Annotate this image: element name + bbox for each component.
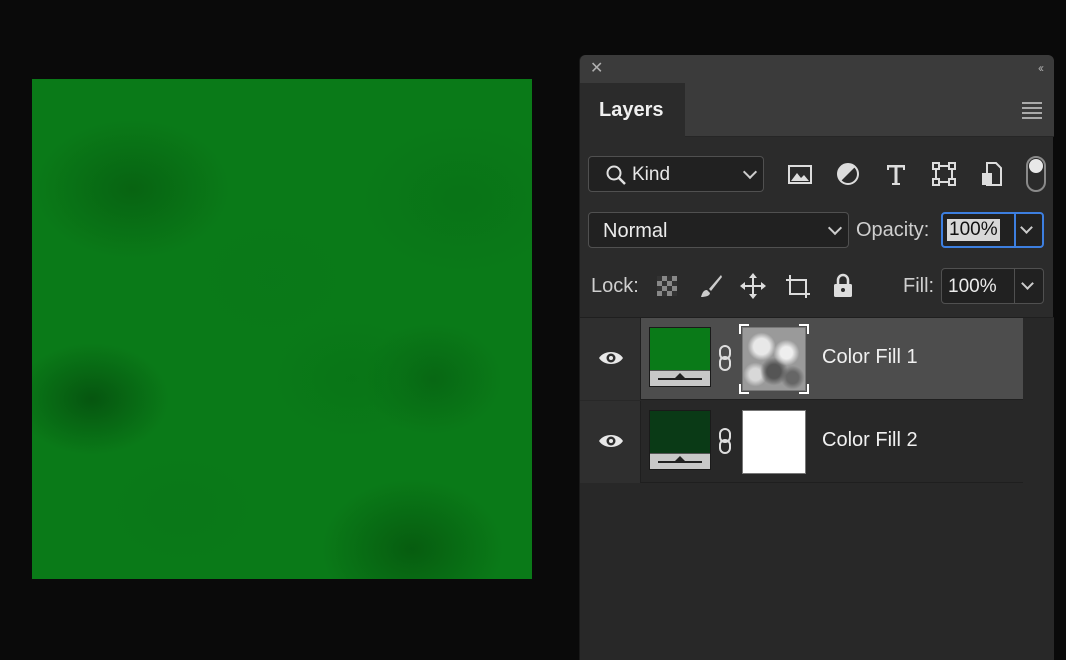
opacity-label: Opacity: [856,219,930,241]
document-canvas[interactable] [32,79,532,579]
mask-link-icon[interactable] [718,427,732,455]
blend-mode-dropdown[interactable]: Normal [588,212,849,248]
eye-icon[interactable] [598,432,624,450]
type-filter-icon[interactable] [883,160,909,188]
fill-field[interactable]: 100% [941,268,1044,304]
filter-kind-value: Kind [632,164,671,185]
lock-artboard-icon[interactable] [785,272,811,300]
lock-image-icon[interactable] [698,272,724,300]
filter-kind-dropdown[interactable]: Kind [588,156,764,192]
tab-layers-label: Layers [599,99,664,121]
image-filter-icon[interactable] [787,160,813,188]
adjustment-filter-icon[interactable] [835,160,861,188]
mask-link-icon[interactable] [718,344,732,372]
layer-mask-thumbnail[interactable] [739,324,809,394]
layer-fill-thumbnail[interactable] [649,327,711,387]
double-chevron-left-icon[interactable]: ‹‹ [1038,61,1044,75]
layers-list: Color Fill 1 Color Fill 2 [580,317,1054,660]
eye-icon[interactable] [598,349,624,367]
shape-filter-icon[interactable] [931,160,957,188]
fill-chevron-down-icon[interactable] [1021,277,1034,290]
layer-mask-thumbnail[interactable] [742,410,806,474]
close-icon[interactable]: ✕ [590,61,604,77]
smart-object-filter-icon[interactable] [979,160,1005,188]
blend-mode-value: Normal [603,220,668,242]
layer-fill-thumbnail[interactable] [649,410,711,470]
layer-row[interactable]: Color Fill 2 [580,401,1023,483]
lock-label: Lock: [591,275,639,297]
fill-label: Fill: [903,275,935,297]
search-icon [606,165,626,185]
panel-title-bar: ✕ ‹‹ [580,55,1054,83]
panel-tab-bar: Layers [580,83,1054,138]
tab-layers[interactable]: Layers [580,83,685,138]
layers-panel: ✕ ‹‹ Layers Kind Normal Opacity: 100% Lo… [579,55,1054,660]
lock-position-icon[interactable] [740,272,766,300]
layer-row[interactable]: Color Fill 1 [580,318,1023,400]
opacity-field[interactable]: 100% [941,212,1044,248]
panel-menu-icon[interactable] [1022,102,1042,119]
layer-name[interactable]: Color Fill 2 [822,429,918,452]
fill-value[interactable]: 100% [948,276,997,298]
lock-transparent-icon[interactable] [654,272,680,300]
opacity-value[interactable]: 100% [947,219,1000,241]
opacity-chevron-down-icon[interactable] [1020,221,1033,234]
filter-toggle-switch[interactable] [1026,156,1046,192]
chevron-down-icon [742,164,758,180]
chevron-down-icon [827,220,843,236]
layer-name[interactable]: Color Fill 1 [822,346,918,369]
lock-all-icon[interactable] [830,272,856,300]
